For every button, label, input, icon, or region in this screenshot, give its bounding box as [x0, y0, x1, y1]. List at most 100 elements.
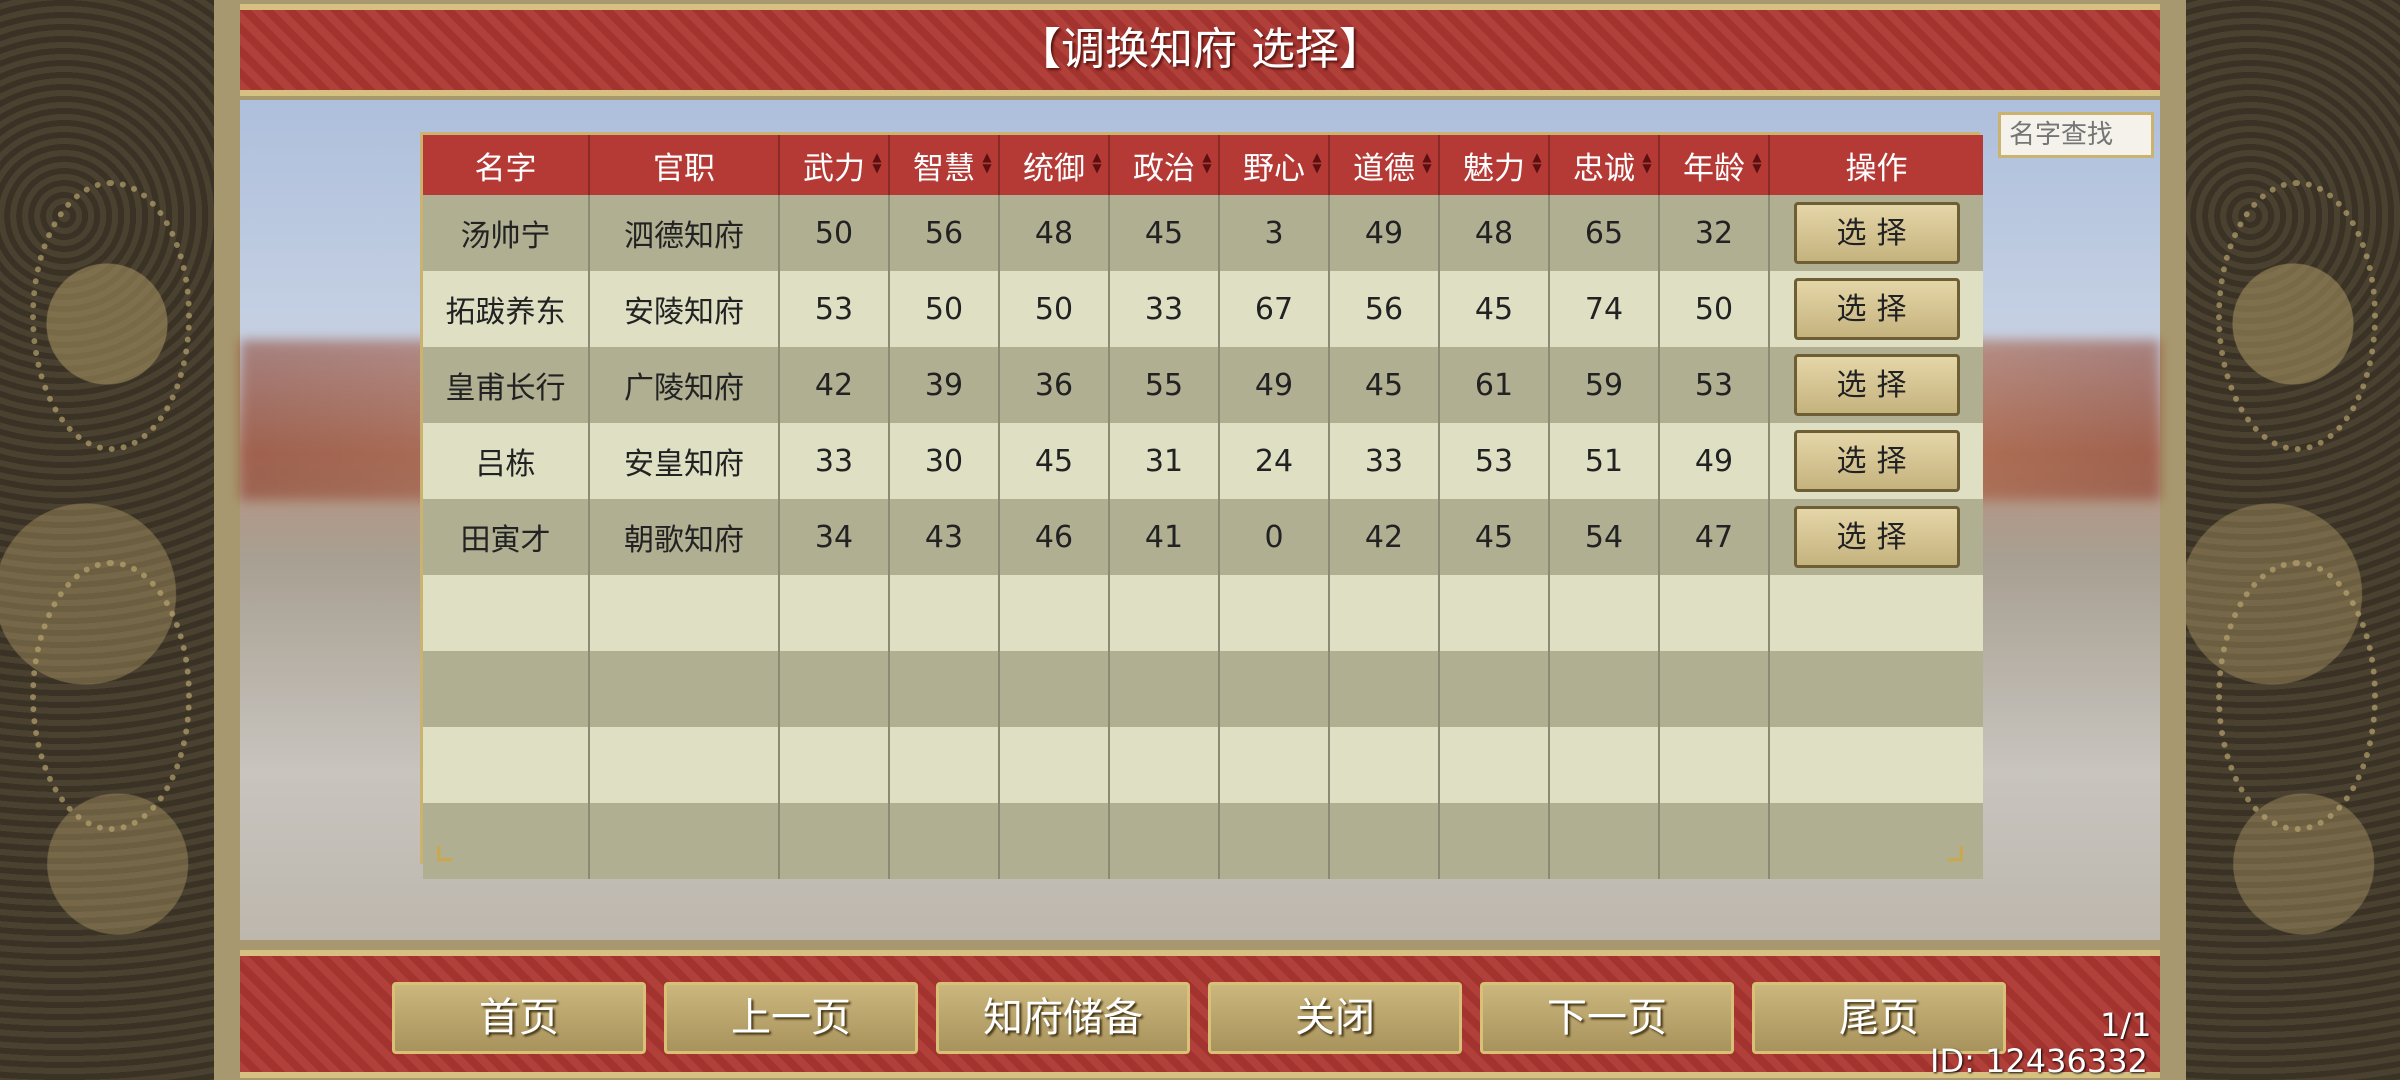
cell-zhengzhi: 45 — [1109, 195, 1220, 271]
sort-arrows-icon[interactable]: ▲ ▼ — [1200, 151, 1214, 174]
cell-name: 拓跋养东 — [423, 271, 590, 347]
cell-wuli: 53 — [779, 271, 890, 347]
cell-yexin: 24 — [1219, 423, 1330, 499]
select-button[interactable]: 选择 — [1793, 354, 1960, 416]
cell-zhihui: 50 — [889, 271, 1000, 347]
cell-zhengzhi: 33 — [1109, 271, 1220, 347]
cell-action: 选择 — [1769, 271, 1983, 347]
cell-meili: 45 — [1439, 499, 1550, 575]
table-row: 拓跋养东 安陵知府 53 50 50 33 67 56 45 74 50 选择 — [423, 271, 1983, 347]
cell-zhihui: 39 — [889, 347, 1000, 423]
cell-name: 皇甫长行 — [423, 347, 590, 423]
cell-office: 朝歌知府 — [589, 499, 780, 575]
cell-yexin: 3 — [1219, 195, 1330, 271]
close-button[interactable]: 关闭 — [1208, 982, 1462, 1054]
corner-ornament-icon: ⌞ — [433, 815, 455, 869]
cell-daode: 49 — [1329, 195, 1440, 271]
name-search-input[interactable] — [1998, 112, 2154, 158]
sort-arrows-icon[interactable]: ▲ ▼ — [870, 151, 884, 174]
column-header-zhongcheng[interactable]: 忠诚 ▲ ▼ — [1549, 135, 1660, 195]
sort-arrows-icon[interactable]: ▲ ▼ — [1090, 151, 1104, 174]
sort-arrows-icon[interactable]: ▲ ▼ — [1310, 151, 1324, 174]
first-page-button[interactable]: 首页 — [392, 982, 646, 1054]
cell-tongyu: 46 — [999, 499, 1110, 575]
cell-daode: 56 — [1329, 271, 1440, 347]
sort-arrows-icon[interactable]: ▲ ▼ — [1750, 151, 1764, 174]
cell-meili: 61 — [1439, 347, 1550, 423]
table-row-empty — [423, 803, 1983, 879]
sort-arrows-icon[interactable]: ▲ ▼ — [1530, 151, 1544, 174]
cell-wuli: 34 — [779, 499, 890, 575]
select-button[interactable]: 选择 — [1793, 430, 1960, 492]
cell-action: 选择 — [1769, 499, 1983, 575]
cell-zhengzhi: 31 — [1109, 423, 1220, 499]
cell-daode: 45 — [1329, 347, 1440, 423]
cell-yexin: 67 — [1219, 271, 1330, 347]
cell-name: 吕栋 — [423, 423, 590, 499]
title-banner: 【调换知府 选择】 — [240, 4, 2160, 96]
cell-wuli: 33 — [779, 423, 890, 499]
column-header-daode[interactable]: 道德 ▲ ▼ — [1329, 135, 1440, 195]
left-dragon-panel — [0, 0, 218, 1080]
table-row: 田寅才 朝歌知府 34 43 46 41 0 42 45 54 47 选择 — [423, 499, 1983, 575]
right-dragon-panel — [2182, 0, 2400, 1080]
prev-page-button[interactable]: 上一页 — [664, 982, 918, 1054]
column-header-yexin[interactable]: 野心 ▲ ▼ — [1219, 135, 1330, 195]
column-header-name: 名字 — [423, 135, 590, 195]
cell-yexin: 0 — [1219, 499, 1330, 575]
next-page-button[interactable]: 下一页 — [1480, 982, 1734, 1054]
cell-wuli: 42 — [779, 347, 890, 423]
cell-daode: 33 — [1329, 423, 1440, 499]
cell-nianling: 32 — [1659, 195, 1770, 271]
cell-zhihui: 56 — [889, 195, 1000, 271]
select-button[interactable]: 选择 — [1793, 278, 1960, 340]
cell-name: 汤帅宁 — [423, 195, 590, 271]
officials-table-panel: ⌜ ⌝ ⌞ ⌟ 名字 官职 武力▲▼ 智慧▲▼ 统御▲▼ 政治▲▼ 野心▲▼ 道… — [420, 129, 1983, 879]
corner-ornament-icon: ⌟ — [1945, 815, 1967, 869]
cell-meili: 48 — [1439, 195, 1550, 271]
cell-office: 泗德知府 — [589, 195, 780, 271]
cell-action: 选择 — [1769, 195, 1983, 271]
table-row-empty — [423, 575, 1983, 651]
cell-meili: 45 — [1439, 271, 1550, 347]
column-header-office: 官职 — [589, 135, 780, 195]
select-button[interactable]: 选择 — [1793, 506, 1960, 568]
column-header-wuli[interactable]: 武力 ▲ ▼ — [779, 135, 890, 195]
dragon-ornament-icon — [2216, 560, 2378, 832]
cell-daode: 42 — [1329, 499, 1440, 575]
column-header-nianling[interactable]: 年龄 ▲ ▼ — [1659, 135, 1770, 195]
cell-tongyu: 45 — [999, 423, 1110, 499]
page-title: 【调换知府 选择】 — [1017, 24, 1383, 75]
sort-arrows-icon[interactable]: ▲ ▼ — [980, 151, 994, 174]
cell-tongyu: 48 — [999, 195, 1110, 271]
cell-zhihui: 30 — [889, 423, 1000, 499]
column-header-tongyu[interactable]: 统御 ▲ ▼ — [999, 135, 1110, 195]
reserve-button[interactable]: 知府储备 — [936, 982, 1190, 1054]
cell-zhongcheng: 59 — [1549, 347, 1660, 423]
select-button[interactable]: 选择 — [1793, 202, 1960, 264]
cell-yexin: 49 — [1219, 347, 1330, 423]
cell-office: 安皇知府 — [589, 423, 780, 499]
cell-nianling: 49 — [1659, 423, 1770, 499]
cell-zhongcheng: 74 — [1549, 271, 1660, 347]
cell-zhihui: 43 — [889, 499, 1000, 575]
sort-arrows-icon[interactable]: ▲ ▼ — [1640, 151, 1654, 174]
sort-arrows-icon[interactable]: ▲ ▼ — [1420, 151, 1434, 174]
cell-nianling: 50 — [1659, 271, 1770, 347]
officials-table: 名字 官职 武力 ▲ ▼ 智慧 ▲ ▼ 统御 ▲ ▼ 政治 ▲ ▼ 野心 ▲ ▼ 道德 ▲ ▼ 魅力 ▲ ▼… — [423, 135, 1983, 879]
dragon-ornament-icon — [2216, 180, 2378, 452]
column-header-meili[interactable]: 魅力 ▲ ▼ — [1439, 135, 1550, 195]
table-row: 吕栋 安皇知府 33 30 45 31 24 33 53 51 49 选择 — [423, 423, 1983, 499]
page-indicator: 1/1 — [2100, 1006, 2152, 1044]
cell-name: 田寅才 — [423, 499, 590, 575]
user-id-label: ID: 12436332 — [1930, 1042, 2148, 1080]
cell-tongyu: 36 — [999, 347, 1110, 423]
dragon-ornament-icon — [30, 560, 192, 832]
cell-nianling: 53 — [1659, 347, 1770, 423]
cell-wuli: 50 — [779, 195, 890, 271]
column-header-zhengzhi[interactable]: 政治 ▲ ▼ — [1109, 135, 1220, 195]
cell-action: 选择 — [1769, 347, 1983, 423]
column-header-zhihui[interactable]: 智慧 ▲ ▼ — [889, 135, 1000, 195]
cell-office: 安陵知府 — [589, 271, 780, 347]
table-row-empty — [423, 651, 1983, 727]
